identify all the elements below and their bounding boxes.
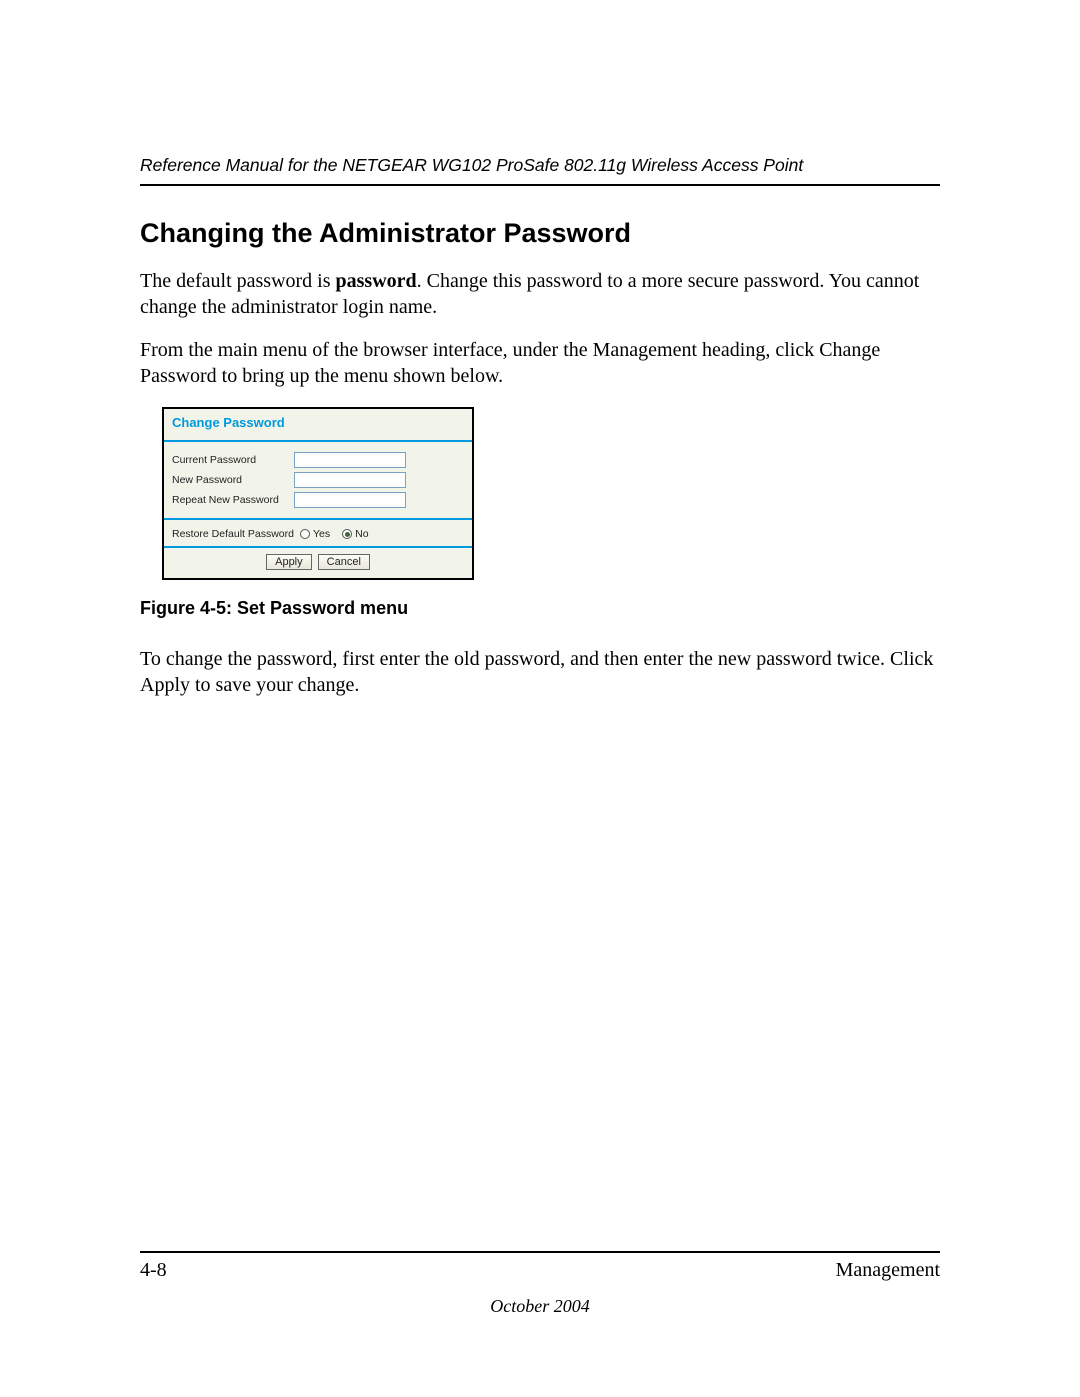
paragraph-3: To change the password, first enter the … — [140, 647, 940, 698]
restore-yes-label: Yes — [313, 528, 330, 540]
paragraph-1-text-a: The default password is — [140, 270, 336, 292]
current-password-label: Current Password — [172, 454, 294, 466]
paragraph-1-bold: password — [336, 270, 417, 292]
restore-yes-radio[interactable]: Yes — [300, 528, 330, 540]
figure-change-password-panel: Change Password Current Password New Pas… — [162, 407, 474, 580]
new-password-input[interactable] — [294, 472, 406, 488]
cancel-button[interactable]: Cancel — [318, 554, 370, 570]
password-fields-section: Current Password New Password Repeat New… — [164, 442, 472, 520]
document-page: Reference Manual for the NETGEAR WG102 P… — [0, 0, 1080, 1397]
panel-button-row: Apply Cancel — [164, 548, 472, 578]
restore-no-label: No — [355, 528, 368, 540]
paragraph-2: From the main menu of the browser interf… — [140, 338, 940, 389]
section-heading: Changing the Administrator Password — [140, 218, 940, 249]
current-password-row: Current Password — [172, 450, 464, 470]
running-header: Reference Manual for the NETGEAR WG102 P… — [140, 155, 940, 186]
radio-icon — [300, 529, 310, 539]
footer-rule — [140, 1251, 940, 1253]
footer-date: October 2004 — [140, 1296, 940, 1317]
page-footer: 4-8 Management October 2004 — [140, 1251, 940, 1317]
panel-title: Change Password — [164, 409, 472, 442]
radio-icon — [342, 529, 352, 539]
current-password-input[interactable] — [294, 452, 406, 468]
repeat-new-password-input[interactable] — [294, 492, 406, 508]
restore-no-radio[interactable]: No — [342, 528, 368, 540]
footer-line: 4-8 Management — [140, 1259, 940, 1282]
apply-button[interactable]: Apply — [266, 554, 312, 570]
restore-default-label: Restore Default Password — [172, 528, 294, 540]
footer-section-name: Management — [836, 1259, 940, 1282]
repeat-new-password-row: Repeat New Password — [172, 490, 464, 510]
page-number: 4-8 — [140, 1259, 167, 1282]
new-password-row: New Password — [172, 470, 464, 490]
figure-caption: Figure 4-5: Set Password menu — [140, 598, 940, 619]
restore-default-row: Restore Default Password Yes No — [164, 520, 472, 548]
new-password-label: New Password — [172, 474, 294, 486]
paragraph-1: The default password is password. Change… — [140, 269, 940, 320]
repeat-new-password-label: Repeat New Password — [172, 494, 294, 506]
